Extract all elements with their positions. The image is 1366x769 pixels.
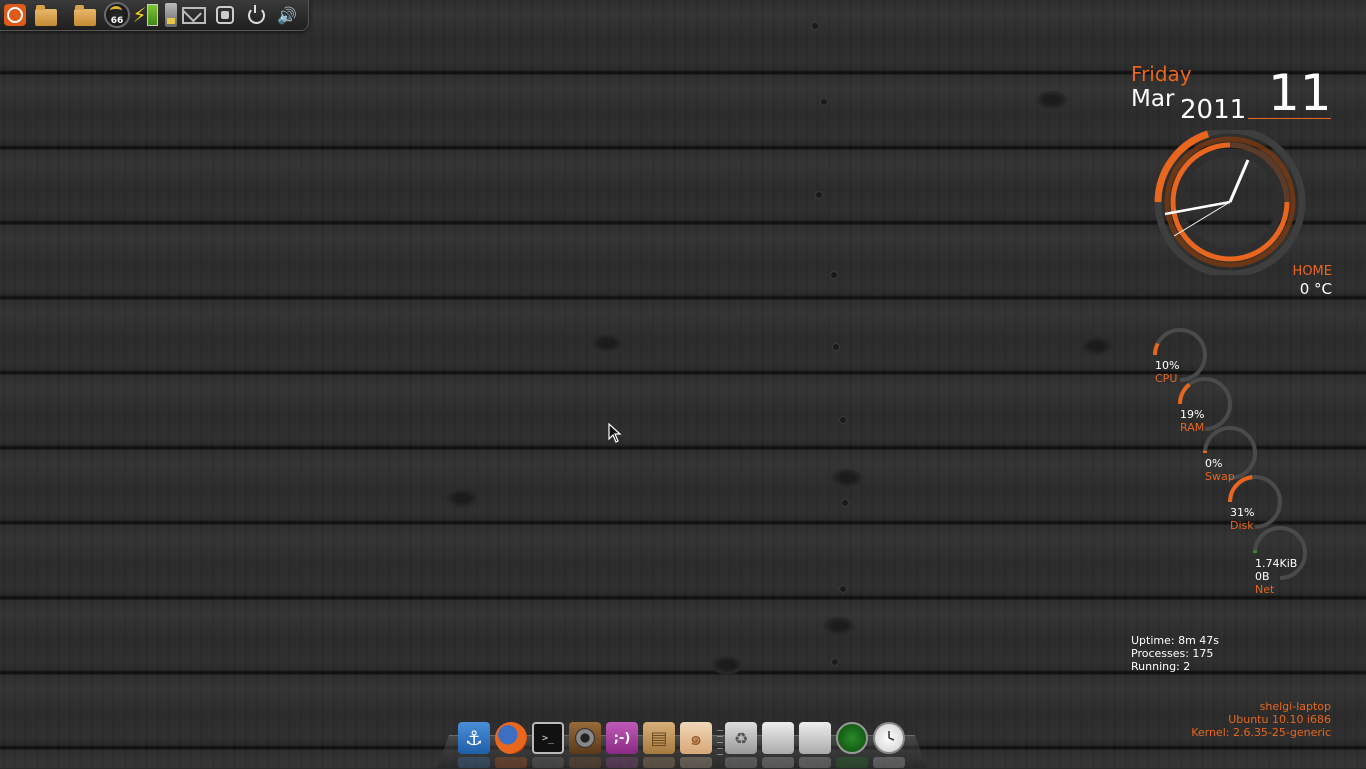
disk-value: 31% [1230, 506, 1254, 519]
ubuntu-logo-icon [4, 4, 26, 26]
year-label: 2011 [1180, 95, 1246, 125]
dock-reflection [680, 757, 712, 768]
shell-launcher[interactable]: ๑ [680, 722, 712, 754]
date-underline [1248, 118, 1331, 119]
cpu-frequency-value: 66 [104, 16, 130, 26]
software-center-icon: ▤ [650, 728, 667, 749]
documents-folder-button[interactable] [72, 2, 98, 28]
weather-location: HOME [1290, 264, 1332, 279]
month-label: Mar [1131, 86, 1174, 112]
software-center-launcher[interactable]: ▤ [643, 722, 675, 754]
shell-icon: ๑ [690, 722, 703, 754]
nail [816, 192, 822, 198]
dock-reflection [799, 757, 831, 768]
dock-reflection [762, 757, 794, 768]
dock-reflection [532, 757, 564, 768]
top-panel: 66 ⚡ 🔊 [0, 0, 309, 31]
os-text: Ubuntu 10.10 i686 [1191, 713, 1331, 726]
nail [840, 417, 846, 423]
ubuntu-menu-button[interactable] [2, 2, 28, 28]
trash-icon: ♻ [734, 729, 748, 748]
dock-reflection [643, 757, 675, 768]
monitor-ring-fill [1180, 384, 1189, 404]
power-manager-button[interactable]: ⚡ [132, 2, 158, 28]
day-number: 11 [1268, 64, 1332, 122]
folder-icon [35, 9, 57, 26]
rhythmbox-icon [575, 728, 595, 748]
kernel-text: Kernel: 2.6.35-25-generic [1191, 726, 1331, 739]
clock-launcher[interactable] [873, 722, 905, 754]
speaker-icon: 🔊 [277, 6, 297, 25]
chat-button[interactable] [212, 2, 238, 28]
disk-label: Disk [1230, 519, 1254, 532]
analog-clock-widget [1148, 130, 1313, 275]
wood-knot [1035, 90, 1069, 110]
terminal-icon: >_ [542, 733, 554, 744]
hour-hand [1230, 160, 1248, 202]
weather-temperature: 0 °C [1260, 280, 1332, 298]
swap-value: 0% [1205, 457, 1222, 470]
volume-button[interactable]: 🔊 [274, 2, 300, 28]
chat-icon [216, 6, 234, 24]
clock-icon [877, 726, 901, 750]
anchor-icon: ⚓ [465, 726, 483, 750]
nail [812, 23, 818, 29]
power-button[interactable] [243, 2, 269, 28]
wood-knot [590, 333, 624, 353]
nail [833, 344, 839, 350]
home-folder-button[interactable] [33, 2, 59, 28]
net-down-value: 1.74KiB [1255, 557, 1297, 570]
lightning-bolt-icon: ⚡ [132, 5, 146, 25]
wood-knot [1080, 336, 1114, 356]
wood-knot [822, 616, 856, 636]
ram-value: 19% [1180, 408, 1204, 421]
nail [842, 500, 848, 506]
dock-reflection [725, 757, 757, 768]
system-monitor-icon [165, 3, 177, 27]
wood-knot [710, 655, 744, 675]
trash-launcher[interactable]: ♻ [725, 722, 757, 754]
empathy-icon: ;-) [614, 731, 631, 746]
process-stats: Uptime: 8m 47s Processes: 175 Running: 2 [1131, 634, 1219, 673]
dock-reflection [495, 757, 527, 768]
dock-reflection [836, 757, 868, 768]
drive-launcher[interactable] [799, 722, 831, 754]
empathy-launcher[interactable]: ;-) [606, 722, 638, 754]
net-up-value: 0B [1255, 570, 1270, 583]
dock-separator [717, 730, 723, 758]
nail [832, 659, 838, 665]
dock-reflection [873, 757, 905, 768]
firefox-launcher[interactable] [495, 722, 527, 754]
weekday-label: Friday [1131, 62, 1192, 86]
swap-label: Swap [1205, 470, 1235, 483]
anchor-launcher[interactable]: ⚓ [458, 722, 490, 754]
power-icon [248, 7, 265, 24]
hostname-text: shelgi-laptop [1191, 700, 1331, 713]
dock-reflection [569, 757, 601, 768]
dock-reflection [458, 757, 490, 768]
terminal-launcher[interactable]: >_ [532, 722, 564, 754]
mail-icon [182, 7, 206, 24]
cpu-label: CPU [1155, 372, 1177, 385]
folder-icon [74, 9, 96, 26]
processes-text: Processes: 175 [1131, 647, 1219, 660]
system-info: shelgi-laptop Ubuntu 10.10 i686 Kernel: … [1191, 700, 1331, 739]
wood-knot [445, 488, 479, 508]
running-text: Running: 2 [1131, 660, 1219, 673]
cpu-value: 10% [1155, 359, 1179, 372]
battery-icon [147, 4, 158, 26]
nail [831, 272, 837, 278]
drive-launcher[interactable] [762, 722, 794, 754]
wood-knot [830, 468, 864, 488]
nail [821, 99, 827, 105]
nail [840, 586, 846, 592]
mail-button[interactable] [181, 2, 207, 28]
uptime-text: Uptime: 8m 47s [1131, 634, 1219, 647]
ram-label: RAM [1180, 421, 1204, 434]
monitor-ring-fill [1155, 344, 1158, 355]
rhythmbox-launcher[interactable] [569, 722, 601, 754]
net-label: Net [1255, 583, 1274, 596]
network-launcher[interactable] [836, 722, 868, 754]
dock-reflection [606, 757, 638, 768]
